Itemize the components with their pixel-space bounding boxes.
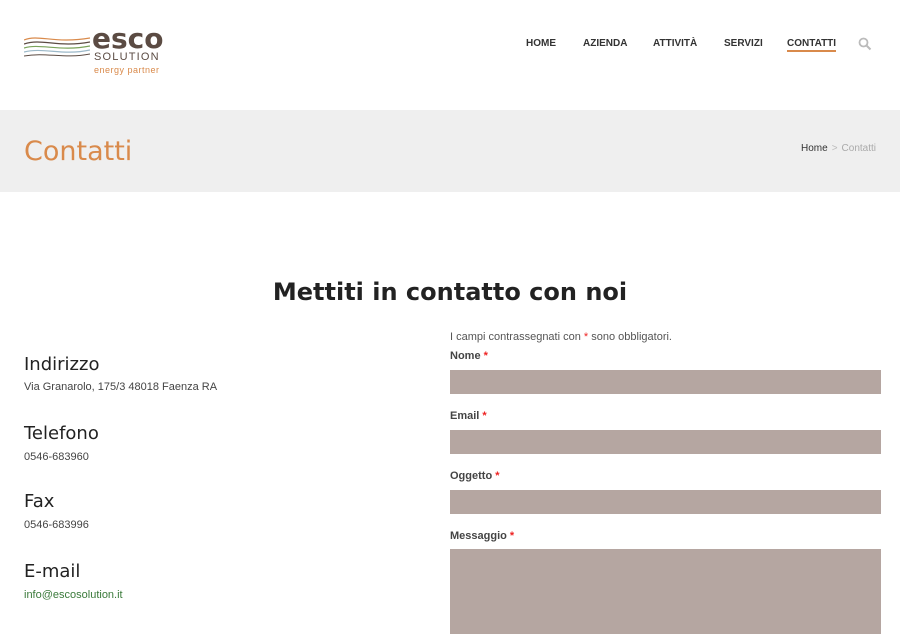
- email-input[interactable]: [450, 430, 881, 454]
- required-star: *: [583, 331, 589, 343]
- nav-home[interactable]: HOME: [526, 38, 556, 49]
- subject-input[interactable]: [450, 490, 881, 514]
- section-heading: Mettiti in contatto con noi: [272, 278, 628, 306]
- logo-subtitle: SOLUTION: [94, 51, 160, 63]
- name-field-label: Nome *: [450, 350, 488, 362]
- breadcrumb: Home > Contatti: [801, 143, 876, 154]
- page-title: Contatti: [24, 136, 133, 167]
- name-label-text: Nome: [450, 350, 481, 362]
- fax-value: 0546-683996: [24, 519, 89, 531]
- address-value: Via Granarolo, 175/3 48018 Faenza RA: [24, 381, 218, 393]
- address-label: Indirizzo: [24, 354, 100, 375]
- nav-contatti[interactable]: CONTATTI: [787, 38, 837, 52]
- logo-waves-icon: [24, 37, 90, 57]
- email-label-text: Email: [450, 410, 480, 422]
- nav-attivita[interactable]: ATTIVITÀ: [653, 38, 697, 49]
- subject-field-label: Oggetto *: [450, 470, 500, 482]
- required-star: *: [483, 350, 488, 362]
- form-required-note: I campi contrassegnati con * sono obblig…: [450, 331, 672, 343]
- message-textarea[interactable]: [450, 549, 881, 634]
- required-star: *: [482, 410, 487, 422]
- required-star: *: [509, 530, 515, 542]
- message-field-label: Messaggio *: [450, 530, 514, 542]
- title-bar: [0, 110, 900, 192]
- nav-azienda[interactable]: AZIENDA: [583, 38, 627, 49]
- logo[interactable]: esco SOLUTION energy partner: [24, 22, 164, 78]
- message-label-text: Messaggio: [450, 530, 507, 542]
- form-note-text: I campi contrassegnati con: [450, 331, 581, 343]
- logo-tagline: energy partner: [94, 65, 160, 75]
- email-field-label: Email *: [450, 410, 487, 422]
- fax-label: Fax: [24, 491, 55, 512]
- search-icon[interactable]: [858, 37, 872, 51]
- name-input[interactable]: [450, 370, 881, 394]
- subject-label-text: Oggetto: [450, 470, 493, 482]
- email-label: E-mail: [24, 561, 81, 582]
- phone-value: 0546-683960: [24, 451, 89, 463]
- breadcrumb-home[interactable]: Home: [801, 143, 828, 154]
- nav-servizi[interactable]: SERVIZI: [724, 38, 763, 49]
- site-header: esco SOLUTION energy partner HOME AZIEND…: [0, 0, 900, 110]
- email-link[interactable]: info@escosolution.it: [24, 589, 123, 601]
- form-note-text-end: sono obbligatori.: [591, 331, 672, 343]
- required-star: *: [495, 470, 500, 482]
- breadcrumb-separator: >: [831, 143, 838, 154]
- breadcrumb-current: Contatti: [841, 143, 876, 154]
- phone-label: Telefono: [24, 423, 99, 444]
